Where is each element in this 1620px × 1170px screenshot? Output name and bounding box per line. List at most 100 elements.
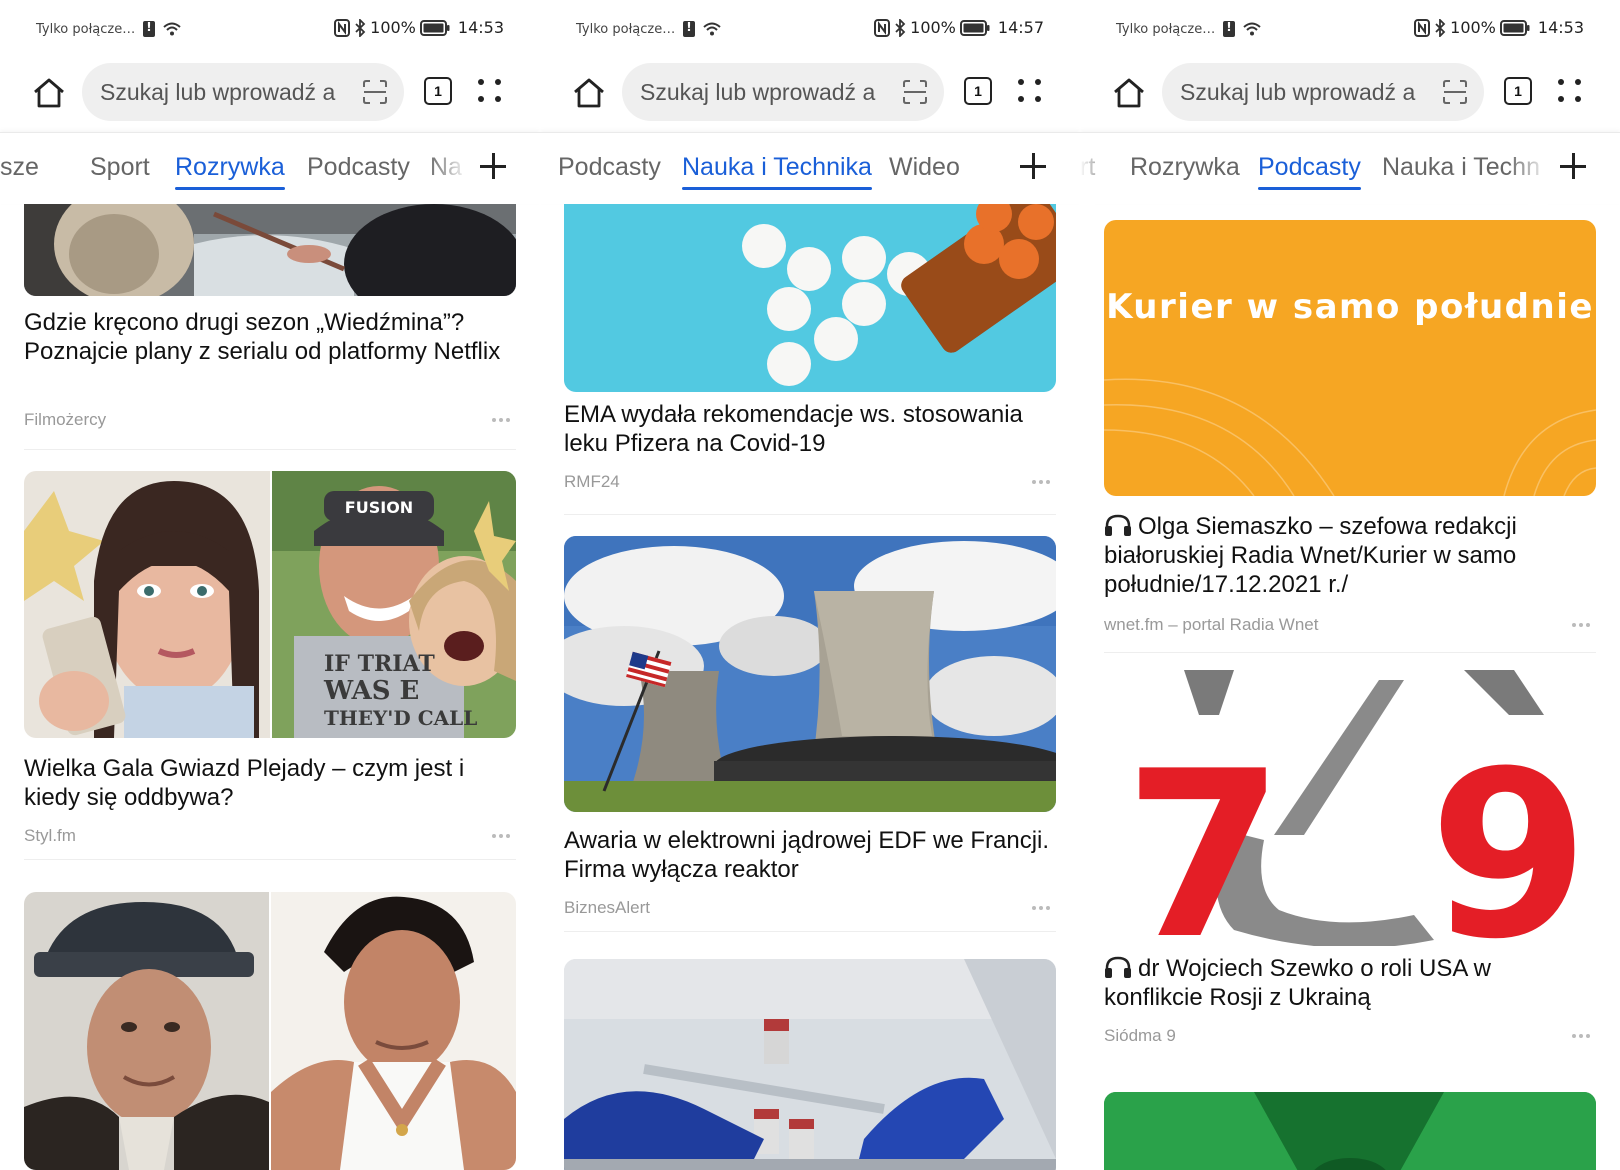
tab-nauka-i-technika[interactable]: Nauka i Technika — [682, 153, 872, 190]
tab-switcher-button[interactable]: 1 — [424, 77, 452, 105]
tab-fade — [428, 133, 468, 205]
tab-rozrywka[interactable]: Rozrywka — [175, 153, 285, 190]
article-more-icon[interactable] — [492, 416, 512, 424]
article-title[interactable]: Olga Siemaszko – szefowa redakcji białor… — [1104, 512, 1596, 599]
news-feed[interactable]: EMA wydała rekomendacje ws. stosowania l… — [540, 204, 1080, 1170]
wifi-icon — [163, 22, 181, 36]
shirt-text: WAS E — [323, 676, 419, 706]
scan-icon[interactable] — [1442, 79, 1468, 105]
wifi-icon — [1243, 22, 1261, 36]
article-title[interactable]: Gdzie kręcono drugi sezon „Wiedźmina”? P… — [24, 308, 516, 366]
status-bar: Tylko połącze… 100% 14:53 — [1080, 0, 1620, 60]
address-bar-placeholder: Szukaj lub wprowadź a — [1180, 79, 1416, 105]
clock: 14:53 — [1537, 18, 1584, 37]
logo-digit-seven: 7 — [1124, 723, 1284, 946]
article-more-icon[interactable] — [1032, 904, 1052, 912]
logo-digit-nine: 9 — [1429, 723, 1589, 946]
article-image[interactable]: 7 9 — [1104, 670, 1596, 946]
article-title[interactable]: EMA wydała rekomendacje ws. stosowania l… — [564, 400, 1056, 458]
sim-icon — [683, 20, 696, 37]
add-category-icon[interactable] — [1020, 153, 1046, 179]
address-bar-placeholder: Szukaj lub wprowadź a — [100, 79, 336, 105]
phone-screen-2: Tylko połącze… 100% 14:57 Szukaj lub wpr… — [540, 0, 1080, 1170]
article-image[interactable] — [564, 204, 1056, 392]
address-bar[interactable]: Szukaj lub wprowadź a — [1162, 63, 1484, 121]
menu-more-icon[interactable] — [1558, 79, 1582, 103]
home-icon — [34, 78, 64, 108]
browser-toolbar: Szukaj lub wprowadź a 1 — [0, 60, 540, 132]
article-more-icon[interactable] — [1032, 478, 1052, 486]
banner-title: Kurier w samo południe — [1106, 287, 1594, 327]
tab-wiadomosci[interactable]: wsze — [0, 153, 39, 182]
tab-podcasty[interactable]: Podcasty — [307, 153, 410, 182]
tab-fade — [1080, 133, 1110, 205]
menu-more-icon[interactable] — [1018, 79, 1042, 103]
add-category-icon[interactable] — [1560, 153, 1586, 179]
article-image[interactable] — [564, 959, 1056, 1170]
category-tabs: wsze Sport Rozrywka Podcasty Na — [0, 132, 540, 205]
battery-icon — [419, 19, 450, 36]
tab-switcher-button[interactable]: 1 — [964, 77, 992, 105]
bluetooth-icon — [355, 18, 366, 37]
article-image[interactable] — [24, 204, 516, 296]
article-source: wnet.fm – portal Radia Wnet — [1104, 615, 1319, 634]
nfc-icon — [1414, 18, 1431, 37]
scan-icon[interactable] — [902, 79, 928, 105]
article-image[interactable] — [1104, 1092, 1596, 1170]
shirt-text: IF TRIAT — [324, 651, 435, 677]
article-more-icon[interactable] — [492, 832, 512, 840]
browser-toolbar: Szukaj lub wprowadź a 1 — [540, 60, 1080, 132]
address-bar-placeholder: Szukaj lub wprowadź a — [640, 79, 876, 105]
browser-toolbar: Szukaj lub wprowadź a 1 — [1080, 60, 1620, 132]
article-image[interactable] — [564, 536, 1056, 812]
bluetooth-icon — [1435, 18, 1446, 37]
shirt-text: THEY'D CALL — [324, 706, 477, 730]
tab-switcher-button[interactable]: 1 — [1504, 77, 1532, 105]
article-source: Siódma 9 — [1104, 1026, 1176, 1045]
news-feed[interactable]: Kurier w samo południe Olga Siemaszko – … — [1080, 204, 1620, 1170]
divider — [24, 859, 516, 860]
battery-percent: 100% — [370, 18, 416, 37]
status-bar: Tylko połącze… 100% 14:53 — [0, 0, 540, 60]
divider — [24, 449, 516, 450]
home-button[interactable] — [1110, 74, 1148, 112]
address-bar[interactable]: Szukaj lub wprowadź a — [622, 63, 944, 121]
menu-more-icon[interactable] — [478, 79, 502, 103]
article-title-text: Olga Siemaszko – szefowa redakcji białor… — [1104, 513, 1517, 598]
home-button[interactable] — [30, 74, 68, 112]
article-source: Styl.fm — [24, 826, 76, 845]
home-button[interactable] — [570, 74, 608, 112]
scan-icon[interactable] — [362, 79, 388, 105]
tab-podcasty[interactable]: Podcasty — [1258, 153, 1361, 190]
article-title[interactable]: Wielka Gala Gwiazd Plejady – czym jest i… — [24, 754, 516, 812]
article-more-icon[interactable] — [1572, 1032, 1592, 1040]
tab-wideo[interactable]: Wideo — [889, 153, 960, 182]
phone-screen-1: Tylko połącze… 100% 14:53 Szukaj lub wpr… — [0, 0, 540, 1170]
tab-rozrywka[interactable]: Rozrywka — [1130, 153, 1240, 182]
article-title[interactable]: dr Wojciech Szewko o roli USA w konflikc… — [1104, 954, 1596, 1012]
headphones-icon — [1105, 514, 1131, 536]
category-tabs: rt Rozrywka Podcasty Nauka i Techn — [1080, 132, 1620, 205]
wifi-icon — [703, 22, 721, 36]
article-more-icon[interactable] — [1572, 621, 1592, 629]
article-image[interactable]: FUSION IF TRIAT WAS E THEY'D CALL — [24, 471, 516, 738]
tab-sport[interactable]: Sport — [90, 153, 150, 182]
screens: Tylko połącze… 100% 14:53 Szukaj lub wpr… — [0, 0, 1620, 1170]
tab-podcasty[interactable]: Podcasty — [558, 153, 661, 182]
news-feed[interactable]: Gdzie kręcono drugi sezon „Wiedźmina”? P… — [0, 204, 540, 1170]
carrier-text: Tylko połącze… — [576, 21, 676, 37]
add-category-icon[interactable] — [480, 153, 506, 179]
article-source: BiznesAlert — [564, 898, 650, 917]
address-bar[interactable]: Szukaj lub wprowadź a — [82, 63, 404, 121]
clock: 14:57 — [997, 18, 1044, 37]
article-image[interactable] — [24, 892, 516, 1170]
cap-text: FUSION — [345, 498, 413, 517]
article-title-text: dr Wojciech Szewko o roli USA w konflikc… — [1104, 955, 1492, 1011]
article-image[interactable]: Kurier w samo południe — [1104, 220, 1596, 496]
article-title[interactable]: Awaria w elektrowni jądrowej EDF we Fran… — [564, 826, 1056, 884]
clock: 14:53 — [457, 18, 504, 37]
tab-fade — [1508, 133, 1548, 205]
divider — [564, 514, 1056, 515]
sim-icon — [143, 20, 156, 37]
battery-percent: 100% — [1450, 18, 1496, 37]
